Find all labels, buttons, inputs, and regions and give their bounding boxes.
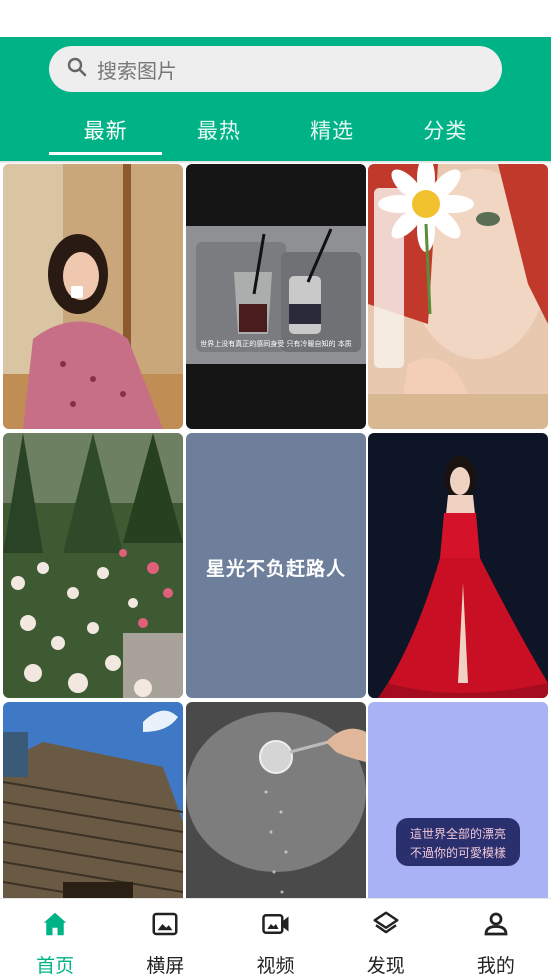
photo-grid: 世界上没有真正的感同身受 只有冷暖自知的 本质 星光不负赶路人 這世界全部的漂亮… <box>0 163 551 898</box>
photo-rose-bushes[interactable] <box>3 433 183 698</box>
tab-label: 分类 <box>423 119 468 143</box>
search-bar[interactable]: 搜索图片 <box>49 46 502 92</box>
quote-line-2: 不過你的可愛模樣 <box>409 846 506 860</box>
nav-discover[interactable]: 发现 <box>331 899 441 979</box>
search-icon <box>65 55 89 83</box>
nav-label: 发现 <box>366 955 405 977</box>
nav-video[interactable]: 视频 <box>220 899 330 979</box>
photo-handwritten-quote[interactable]: 這世界全部的漂亮 不過你的可愛模樣 <box>368 702 548 898</box>
photo-woman-pink-dress[interactable] <box>3 164 183 429</box>
nav-home[interactable]: 首页 <box>0 899 110 979</box>
tab-label: 精选 <box>310 119 355 143</box>
tab-label: 最新 <box>83 119 128 143</box>
search-placeholder: 搜索图片 <box>97 58 177 83</box>
quote-line-1: 這世界全部的漂亮 <box>409 827 506 841</box>
layers-icon <box>371 909 401 943</box>
status-bar <box>0 0 551 37</box>
photo-quote-card[interactable]: 星光不负赶路人 <box>186 433 366 698</box>
photo-woman-red-gown[interactable] <box>368 433 548 698</box>
photo-woman-daisy[interactable] <box>368 164 548 429</box>
photo-caption: 世界上没有真正的感同身受 只有冷暖自知的 本质 <box>200 340 352 348</box>
active-tab-indicator <box>49 152 162 155</box>
home-icon <box>40 909 70 943</box>
category-tabs: 最新 最热 精选 分类 <box>49 109 502 155</box>
photo-building[interactable] <box>3 702 183 898</box>
person-icon <box>481 909 511 943</box>
video-icon <box>261 909 291 943</box>
nav-label: 横屏 <box>146 955 185 977</box>
tab-hot[interactable]: 最热 <box>162 109 275 155</box>
tab-featured[interactable]: 精选 <box>276 109 389 155</box>
quote-text: 星光不负赶路人 <box>205 558 346 580</box>
image-icon <box>150 909 180 943</box>
nav-mine[interactable]: 我的 <box>441 899 551 979</box>
tab-latest[interactable]: 最新 <box>49 109 162 155</box>
tab-categories[interactable]: 分类 <box>389 109 502 155</box>
photo-dessert[interactable] <box>186 702 366 898</box>
photo-drinks-tray[interactable]: 世界上没有真正的感同身受 只有冷暖自知的 本质 <box>186 164 366 429</box>
nav-label: 我的 <box>476 955 515 977</box>
tab-label: 最热 <box>196 119 241 143</box>
nav-landscape[interactable]: 横屏 <box>110 899 220 979</box>
nav-label: 视频 <box>256 955 295 977</box>
bottom-navigation: 首页 横屏 视频 发现 我的 <box>0 898 551 979</box>
header: 搜索图片 最新 最热 精选 分类 <box>0 37 551 161</box>
nav-label: 首页 <box>36 955 75 977</box>
